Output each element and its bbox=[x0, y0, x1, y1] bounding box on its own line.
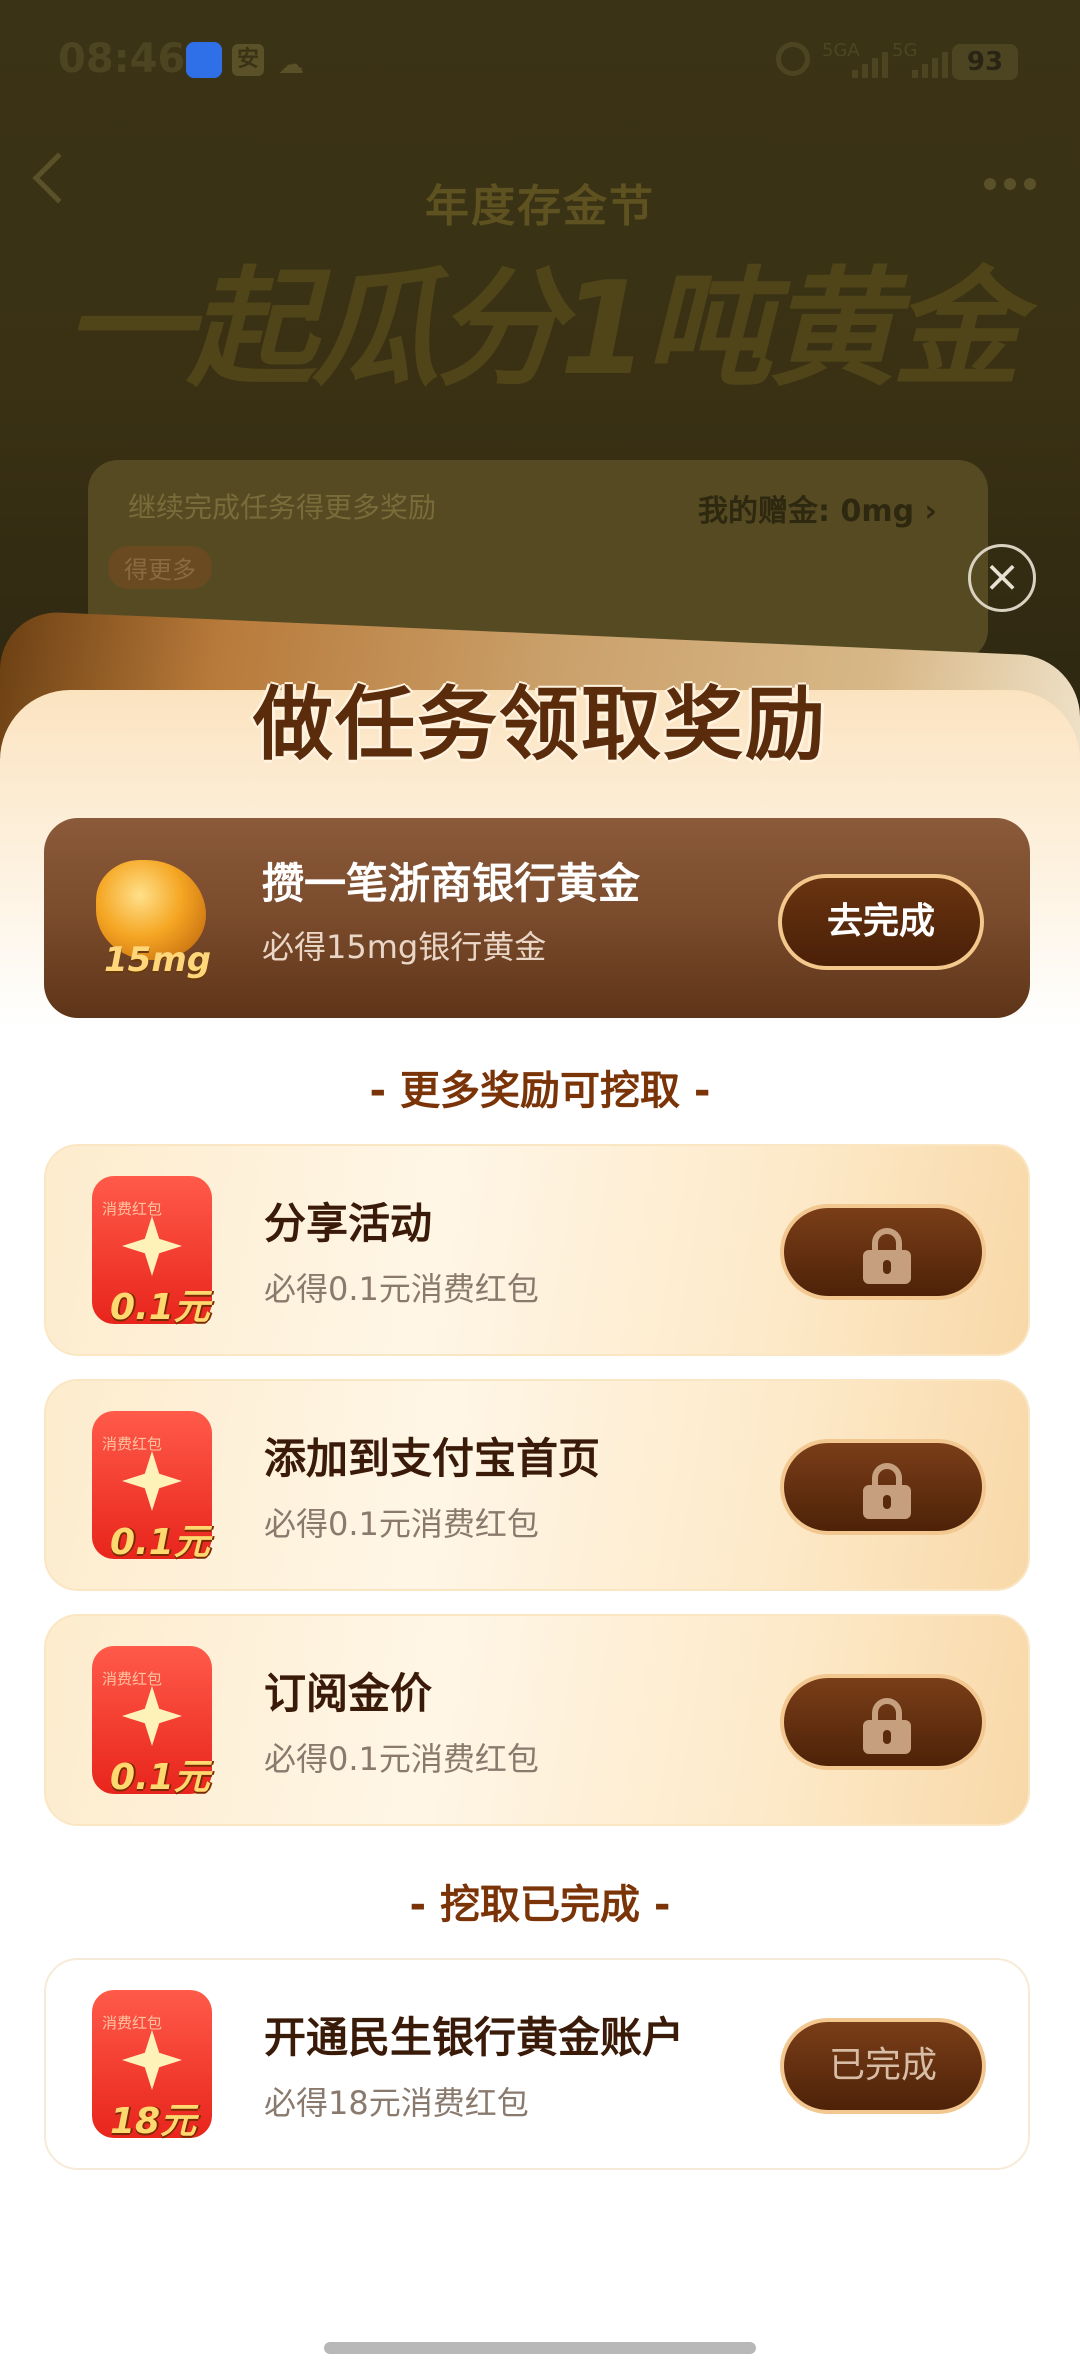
red-envelope-icon: 消费红包 0.1元 bbox=[92, 1646, 212, 1798]
cloud-icon: ☁ bbox=[278, 50, 304, 80]
sparkle-icon bbox=[122, 1686, 182, 1746]
task-card-completed: 消费红包 18元 开通民生银行黄金账户 必得18元消费红包 已完成 bbox=[44, 1958, 1030, 2170]
app-notification-icon bbox=[186, 42, 222, 78]
sparkle-icon bbox=[122, 1216, 182, 1276]
task-subtitle: 必得0.1元消费红包 bbox=[264, 1740, 539, 1778]
envelope-label: 消费红包 bbox=[102, 1200, 163, 1218]
task-title: 订阅金价 bbox=[264, 1669, 433, 1718]
featured-badge: 15mg bbox=[104, 940, 212, 980]
task-title: 添加到支付宝首页 bbox=[264, 1434, 601, 1483]
task-card-add-to-home: 消费红包 0.1元 添加到支付宝首页 必得0.1元消费红包 bbox=[44, 1379, 1030, 1591]
close-icon: × bbox=[983, 551, 1021, 602]
background-card-text: 继续完成任务得更多奖励 bbox=[128, 491, 437, 524]
red-envelope-icon: 消费红包 0.1元 bbox=[92, 1411, 212, 1563]
envelope-label: 消费红包 bbox=[102, 1435, 163, 1453]
close-button[interactable]: × bbox=[968, 544, 1036, 612]
envelope-label: 消费红包 bbox=[102, 2014, 163, 2032]
home-indicator[interactable] bbox=[324, 2342, 756, 2354]
sheet-title: 做任务领取奖励 bbox=[253, 678, 827, 771]
envelope-amount: 0.1元 bbox=[110, 1522, 210, 1563]
locked-task-button[interactable] bbox=[780, 1674, 986, 1770]
more-rewards-heading: - 更多奖励可挖取 - bbox=[369, 1068, 711, 1114]
locked-task-button[interactable] bbox=[780, 1204, 986, 1300]
task-title: 分享活动 bbox=[264, 1199, 433, 1248]
locked-task-button[interactable] bbox=[780, 1439, 986, 1535]
envelope-label: 消费红包 bbox=[102, 1670, 163, 1688]
go-complete-button[interactable]: 去完成 bbox=[778, 874, 984, 970]
background-tag: 得更多 bbox=[108, 546, 212, 589]
lock-icon bbox=[863, 1228, 911, 1284]
lock-icon bbox=[863, 1463, 911, 1519]
sparkle-icon bbox=[122, 1451, 182, 1511]
task-subtitle: 必得0.1元消费红包 bbox=[264, 1270, 539, 1308]
signal-bars-icon bbox=[852, 50, 888, 78]
red-envelope-icon: 消费红包 0.1元 bbox=[92, 1176, 212, 1328]
featured-task-subtitle: 必得15mg银行黄金 bbox=[262, 928, 547, 966]
signal-bars-icon-2 bbox=[912, 50, 948, 78]
completed-button[interactable]: 已完成 bbox=[780, 2018, 986, 2114]
background-page: 08:46 安 ☁ 5GA 5G 93 年度存金节 一起瓜分1吨黄金 继续完成任… bbox=[0, 0, 1080, 700]
envelope-amount: 0.1元 bbox=[110, 1287, 210, 1328]
status-time: 08:46 bbox=[58, 36, 186, 82]
task-card-subscribe-price: 消费红包 0.1元 订阅金价 必得0.1元消费红包 bbox=[44, 1614, 1030, 1826]
task-subtitle: 必得0.1元消费红包 bbox=[264, 1505, 539, 1543]
featured-task-title: 攒一笔浙商银行黄金 bbox=[262, 859, 641, 908]
done-section-heading: - 挖取已完成 - bbox=[409, 1882, 671, 1928]
alarm-icon bbox=[776, 42, 810, 76]
sparkle-icon bbox=[122, 2030, 182, 2090]
envelope-amount: 18元 bbox=[110, 2101, 197, 2142]
task-title: 开通民生银行黄金账户 bbox=[264, 2013, 685, 2062]
festival-title: 一起瓜分1吨黄金 bbox=[63, 255, 1020, 404]
lock-icon bbox=[863, 1698, 911, 1754]
featured-task-card: 15mg 攒一笔浙商银行黄金 必得15mg银行黄金 去完成 bbox=[44, 818, 1030, 1018]
battery-indicator: 93 bbox=[952, 44, 1018, 80]
envelope-amount: 0.1元 bbox=[110, 1757, 210, 1798]
app-badge-icon: 安 bbox=[232, 44, 264, 76]
task-card-share: 消费红包 0.1元 分享活动 必得0.1元消费红包 bbox=[44, 1144, 1030, 1356]
task-subtitle: 必得18元消费红包 bbox=[264, 2084, 529, 2122]
status-bar: 08:46 安 ☁ 5GA 5G 93 bbox=[0, 0, 1080, 120]
my-gift-link: 我的赠金: 0mg › bbox=[698, 494, 937, 529]
red-envelope-icon: 消费红包 18元 bbox=[92, 1990, 212, 2142]
